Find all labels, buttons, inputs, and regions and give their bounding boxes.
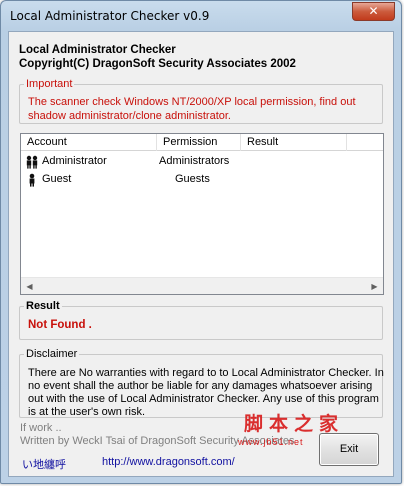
cell-permission: Administrators bbox=[159, 155, 230, 167]
result-value: Not Found . bbox=[28, 319, 92, 331]
close-button[interactable]: ✕ bbox=[352, 2, 395, 21]
title-bar[interactable]: Local Administrator Checker v0.9 ✕ bbox=[1, 1, 401, 31]
scroll-left-icon[interactable]: ◀ bbox=[21, 278, 38, 295]
status-text: If work .. bbox=[20, 422, 62, 434]
result-group: Result Not Found . bbox=[19, 300, 383, 340]
table-row[interactable]: Administrator Administrators bbox=[21, 153, 383, 170]
exit-button[interactable]: Exit bbox=[319, 433, 379, 466]
table-row[interactable]: Guest Guests bbox=[21, 171, 383, 188]
copyright-text: Copyright(C) DragonSoft Security Associa… bbox=[19, 58, 296, 70]
window-title: Local Administrator Checker v0.9 bbox=[10, 9, 210, 23]
chinese-label: い地纏呼 bbox=[22, 459, 66, 471]
watermark-logo: 脚本之家 bbox=[244, 413, 345, 435]
result-label: Result bbox=[24, 300, 62, 312]
website-link[interactable]: http://www.dragonsoft.com/ bbox=[102, 456, 235, 468]
cell-account: Guest bbox=[42, 173, 72, 185]
horizontal-scrollbar[interactable]: ◀ ▶ bbox=[21, 277, 383, 294]
account-listview[interactable]: Account Permission Result Administrator … bbox=[20, 133, 384, 295]
important-text: The scanner check Windows NT/2000/XP loc… bbox=[28, 96, 356, 122]
important-label: Important bbox=[24, 78, 75, 90]
disclaimer-label: Disclaimer bbox=[24, 348, 80, 360]
scroll-right-icon[interactable]: ▶ bbox=[366, 278, 383, 295]
cell-permission: Guests bbox=[175, 173, 210, 185]
listview-header: Account Permission Result bbox=[21, 134, 383, 151]
column-account[interactable]: Account bbox=[21, 134, 157, 151]
column-result[interactable]: Result bbox=[241, 134, 347, 151]
column-permission[interactable]: Permission bbox=[157, 134, 241, 151]
user-icon bbox=[29, 173, 35, 187]
watermark-url: www.jb51.net bbox=[238, 437, 304, 447]
user-group-icon bbox=[26, 155, 38, 169]
app-name: Local Administrator Checker bbox=[19, 44, 176, 56]
app-window: Local Administrator Checker v0.9 ✕ Local… bbox=[0, 0, 402, 484]
cell-account: Administrator bbox=[42, 155, 107, 167]
important-group: Important The scanner check Windows NT/2… bbox=[19, 78, 383, 124]
